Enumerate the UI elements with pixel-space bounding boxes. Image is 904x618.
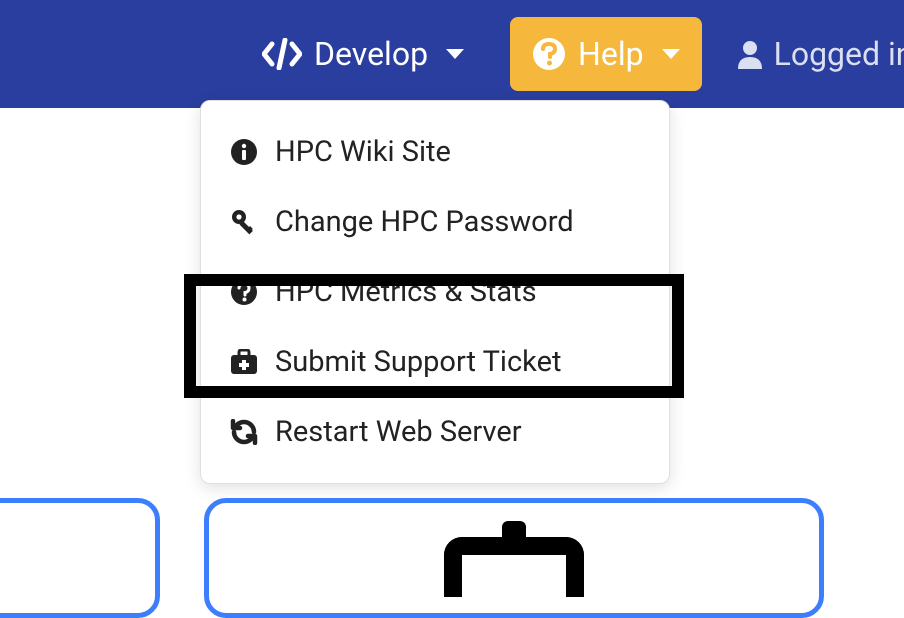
medkit-icon [229, 349, 259, 375]
chevron-down-icon [446, 49, 464, 59]
dropdown-item-label: HPC Metrics & Stats [275, 275, 537, 309]
dropdown-item-label: HPC Wiki Site [275, 135, 451, 169]
chevron-down-icon [662, 49, 680, 59]
dropdown-item-label: Restart Web Server [275, 415, 522, 449]
help-label: Help [578, 35, 644, 73]
briefcase-icon [444, 537, 584, 597]
develop-label: Develop [314, 35, 428, 73]
help-dropdown[interactable]: Help [510, 17, 702, 91]
dropdown-item-wiki[interactable]: HPC Wiki Site [201, 117, 669, 187]
dropdown-item-label: Change HPC Password [275, 205, 574, 239]
key-icon [229, 208, 259, 236]
help-dropdown-menu: HPC Wiki Site Change HPC Password HPC Me… [200, 100, 670, 484]
dashboard-card[interactable] [204, 498, 824, 618]
question-circle-icon [532, 37, 566, 71]
info-circle-icon [229, 139, 259, 165]
dropdown-item-metrics[interactable]: HPC Metrics & Stats [201, 257, 669, 327]
user-icon [736, 39, 764, 69]
navbar: Develop Help Logged in a [0, 0, 904, 108]
dropdown-item-label: Submit Support Ticket [275, 345, 561, 379]
logged-in-status[interactable]: Logged in a [736, 35, 904, 73]
code-icon [262, 38, 302, 70]
logged-in-label: Logged in a [774, 35, 904, 73]
dropdown-item-restart[interactable]: Restart Web Server [201, 397, 669, 467]
question-circle-icon [229, 279, 259, 305]
dropdown-item-password[interactable]: Change HPC Password [201, 187, 669, 257]
develop-dropdown[interactable]: Develop [240, 17, 486, 91]
dashboard-card[interactable] [0, 498, 160, 618]
dropdown-item-support-ticket[interactable]: Submit Support Ticket [201, 327, 669, 397]
sync-icon [229, 419, 259, 445]
